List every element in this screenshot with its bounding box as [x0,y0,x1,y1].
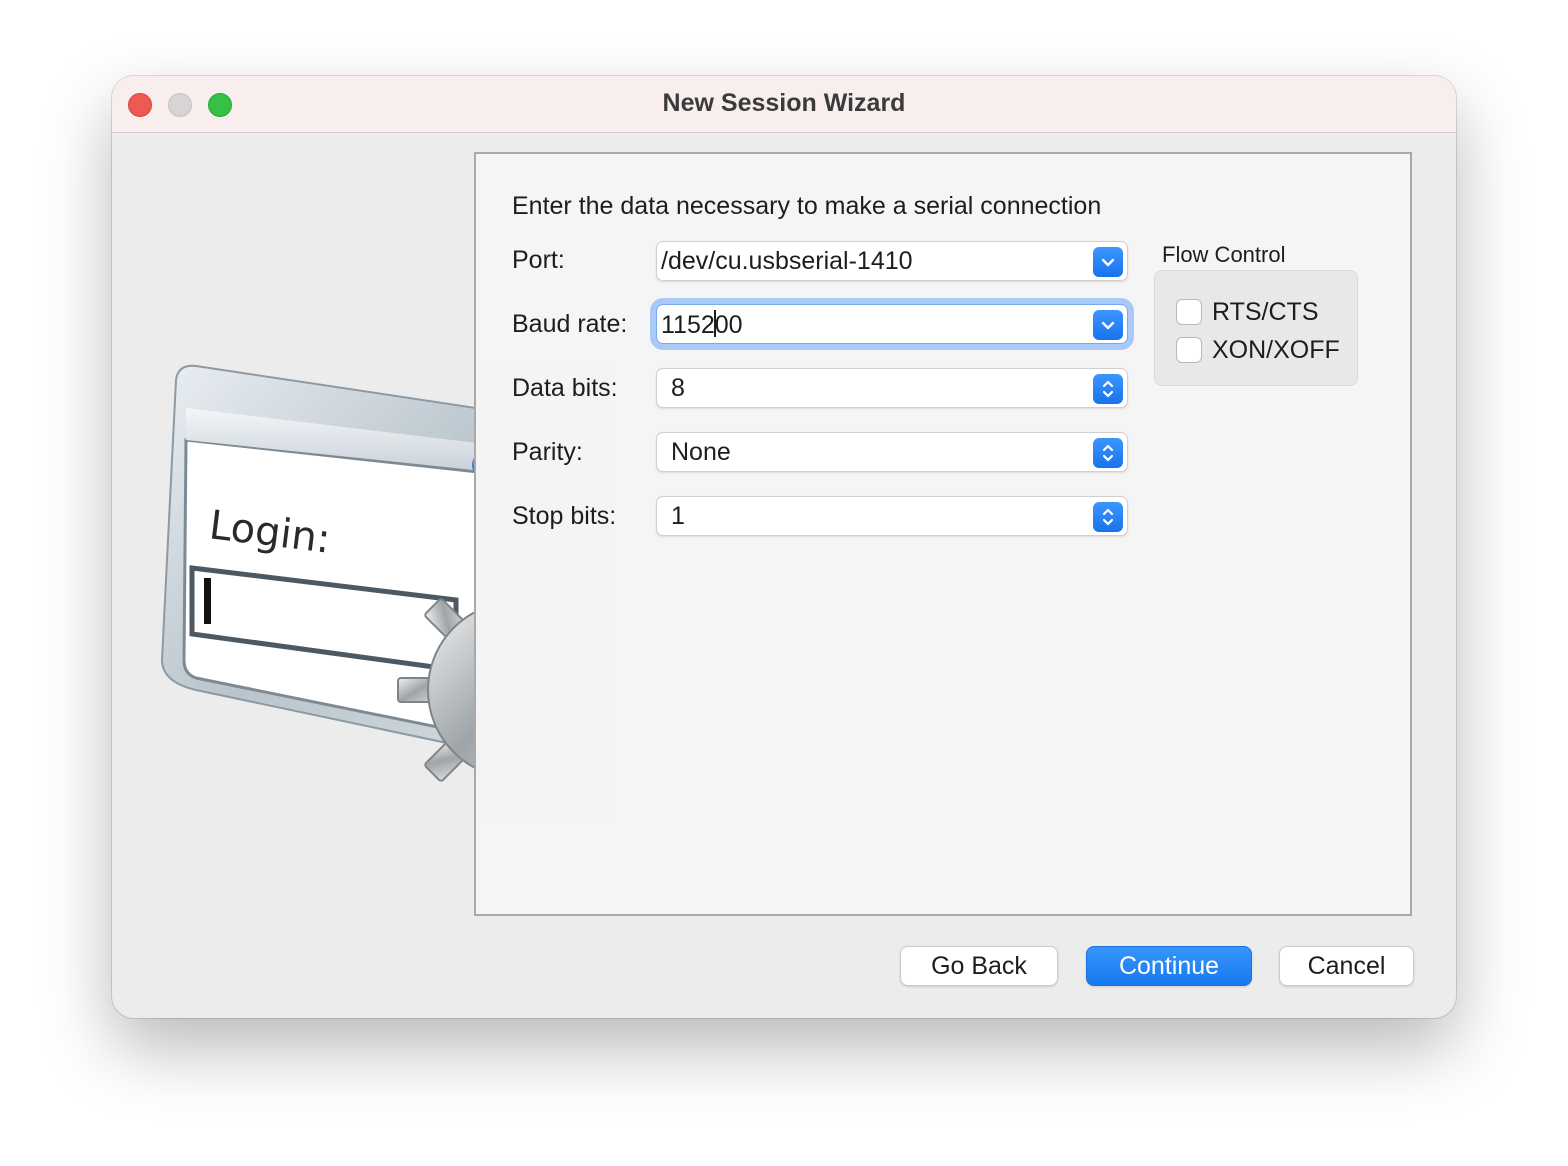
port-value: /dev/cu.usbserial-1410 [661,247,913,275]
wizard-window: New Session Wizard Login: Enter the data… [112,76,1456,1018]
continue-button[interactable]: Continue [1086,946,1252,986]
baud-rate-value[interactable]: 115200 [661,310,743,340]
data-bits-popup[interactable]: 8 [656,368,1128,408]
chevron-down-icon[interactable] [1093,310,1123,340]
parity-popup[interactable]: None [656,432,1128,472]
flow-control-title: Flow Control [1162,242,1286,267]
baud-rate-label: Baud rate: [512,310,628,338]
panel-heading: Enter the data necessary to make a seria… [512,192,1102,220]
flow-control-group [1154,270,1358,386]
stop-bits-popup[interactable]: 1 [656,496,1128,536]
baud-rate-combobox[interactable]: 115200 [656,304,1128,344]
data-bits-label: Data bits: [512,374,618,402]
rts-cts-label[interactable]: RTS/CTS [1212,298,1319,327]
stop-bits-label: Stop bits: [512,502,617,530]
up-down-arrows-icon[interactable] [1093,374,1123,404]
cancel-button[interactable]: Cancel [1279,946,1414,986]
up-down-arrows-icon[interactable] [1093,502,1123,532]
stop-bits-value: 1 [671,502,685,530]
port-label: Port: [512,246,565,274]
up-down-arrows-icon[interactable] [1093,438,1123,468]
parity-value: None [671,438,731,466]
window-title: New Session Wizard [662,89,906,117]
rts-cts-checkbox[interactable] [1176,299,1202,325]
xon-xoff-label[interactable]: XON/XOFF [1212,336,1340,365]
chevron-down-icon[interactable] [1093,247,1123,277]
port-combobox[interactable]: /dev/cu.usbserial-1410 [656,241,1128,281]
data-bits-value: 8 [671,374,685,402]
go-back-button[interactable]: Go Back [900,946,1058,986]
parity-label: Parity: [512,438,583,466]
title-bar: New Session Wizard [112,76,1456,133]
xon-xoff-checkbox[interactable] [1176,337,1202,363]
